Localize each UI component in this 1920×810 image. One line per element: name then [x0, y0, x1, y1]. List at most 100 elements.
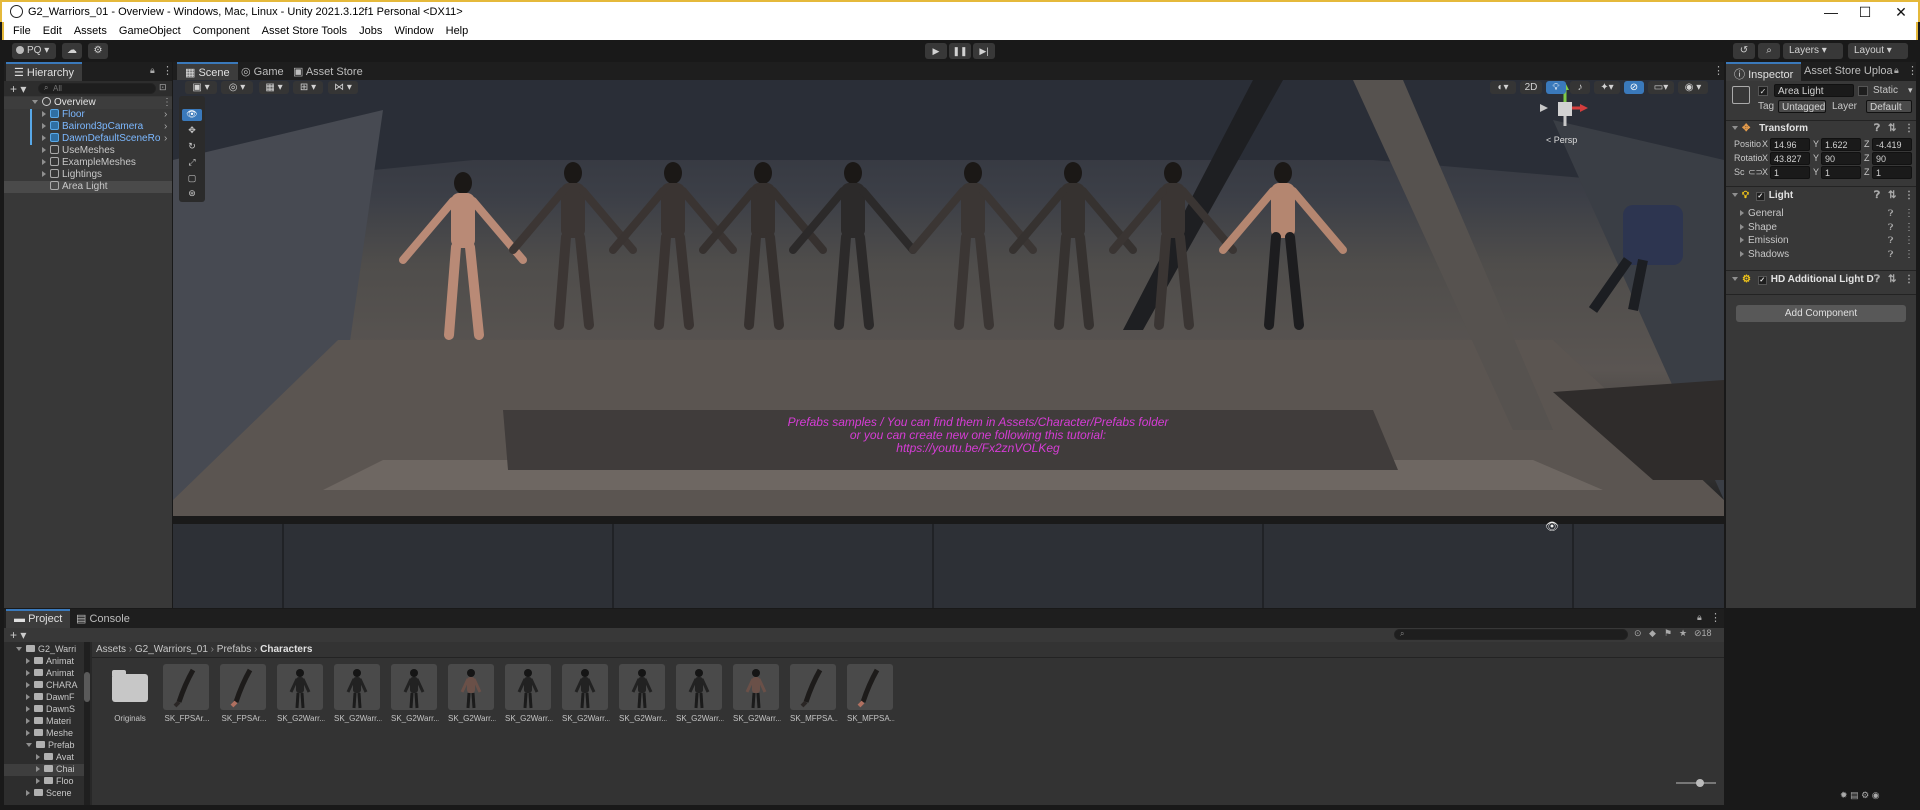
light-section-shape[interactable]: Shape ❓︎ ⋮ — [1726, 222, 1916, 234]
rotation-z-field[interactable]: 90 — [1872, 152, 1912, 165]
expand-arrow-icon[interactable] — [36, 766, 40, 772]
folder-tree-item[interactable]: Avat — [4, 752, 84, 764]
slider-thumb[interactable] — [1696, 779, 1704, 787]
character-model[interactable] — [783, 155, 923, 335]
menu-asset-store-tools[interactable]: Asset Store Tools — [262, 22, 347, 37]
menu-component[interactable]: Component — [193, 22, 250, 37]
menu-help[interactable]: Help — [446, 22, 469, 37]
asset-prefab-item[interactable]: SK_G2Warr... — [391, 664, 439, 723]
folder-tree-item[interactable]: Animat — [4, 668, 84, 680]
breadcrumb-characters[interactable]: Characters — [260, 644, 312, 655]
maximize-button[interactable]: ☐ — [1848, 4, 1882, 22]
asset-prefab-item[interactable]: SK_MFPSA... — [790, 664, 838, 723]
minimize-button[interactable]: — — [1814, 4, 1848, 22]
pause-button[interactable]: ❚❚ — [949, 43, 971, 59]
hierarchy-search-input[interactable] — [38, 83, 156, 94]
help-icon[interactable]: ❓︎ — [1888, 235, 1893, 246]
expand-arrow-icon[interactable] — [26, 682, 30, 688]
section-menu-icon[interactable]: ⋮ — [1904, 235, 1914, 246]
scale-x-field[interactable]: 1 — [1770, 166, 1810, 179]
persp-label[interactable]: < Persp — [1546, 135, 1577, 145]
asset-prefab-item[interactable]: SK_G2Warr... — [448, 664, 496, 723]
folder-tree-item[interactable]: Scene — [4, 788, 84, 800]
history-icon[interactable]: ↺ — [1733, 43, 1755, 59]
layout-dropdown[interactable]: Layout ▾ — [1848, 43, 1908, 59]
rotation-x-axis-label[interactable]: X — [1762, 153, 1768, 163]
profiler-icon[interactable]: ▤ — [1850, 790, 1859, 800]
tree-scrollbar[interactable] — [84, 642, 90, 805]
hd-enabled-checkbox[interactable]: ✓ — [1757, 276, 1767, 285]
lock-icon[interactable]: 🔒︎ — [150, 65, 155, 76]
hierarchy-item[interactable]: DawnDefaultSceneRo › — [4, 133, 172, 145]
expand-arrow-icon[interactable] — [42, 159, 46, 165]
scene-root-row[interactable]: Overview ⋮ — [4, 97, 172, 109]
asset-prefab-item[interactable]: SK_G2Warr... — [619, 664, 667, 723]
thumbnail-size-slider[interactable] — [1676, 779, 1716, 787]
folder-tree-item[interactable]: Meshe — [4, 728, 84, 740]
light-header[interactable]: 💡︎ ✓ Light ❓︎ ⇅ ⋮ — [1726, 190, 1914, 204]
expand-arrow-icon[interactable] — [26, 730, 30, 736]
position-z-field[interactable]: -4.419 — [1872, 138, 1912, 151]
check-icon[interactable]: ◉ — [1872, 790, 1880, 800]
scale-y-field[interactable]: 1 — [1821, 166, 1861, 179]
increment-snap-dropdown[interactable]: ⋈ ▾ — [328, 81, 358, 94]
expand-arrow-icon[interactable] — [26, 694, 30, 700]
expand-arrow-icon[interactable] — [36, 754, 40, 760]
hierarchy-item[interactable]: Area Light — [4, 181, 172, 193]
breadcrumb-assets[interactable]: Assets — [96, 644, 126, 655]
open-prefab-chevron-icon[interactable]: › — [164, 121, 167, 132]
scale-tool-icon[interactable]: ⤢ — [182, 157, 202, 169]
gizmos-dropdown[interactable]: ◉ ▾ — [1678, 81, 1708, 94]
menu-edit[interactable]: Edit — [43, 22, 62, 37]
camera-dropdown[interactable]: ▭▾ — [1648, 81, 1674, 94]
help-icon[interactable]: ❓︎ — [1888, 249, 1893, 260]
preset-icon[interactable]: ⇅ — [1888, 190, 1896, 201]
debug-icon[interactable]: ✹ — [1840, 790, 1848, 800]
settings-icon[interactable]: ⚙ — [1861, 790, 1869, 800]
open-prefab-chevron-icon[interactable]: › — [164, 133, 167, 144]
tag-dropdown[interactable]: Untagged — [1778, 100, 1826, 113]
folder-tree-item[interactable]: Prefab — [4, 740, 84, 752]
menu-assets[interactable]: Assets — [74, 22, 107, 37]
play-button[interactable]: ▶ — [925, 43, 947, 59]
preset-icon[interactable]: ⇅ — [1888, 123, 1896, 134]
expand-arrow-icon[interactable] — [42, 123, 46, 129]
asset-prefab-item[interactable]: SK_FPSAr... — [163, 664, 211, 723]
visibility-eye-icon[interactable]: 👁︎ — [1545, 520, 1559, 533]
help-icon[interactable]: ❓︎ — [1888, 222, 1893, 233]
menu-kebab-icon[interactable]: ⋮ — [1710, 611, 1721, 624]
transform-tool-icon[interactable]: ⊛ — [182, 188, 202, 200]
asset-prefab-item[interactable]: SK_MFPSA... — [847, 664, 895, 723]
grid-snap-dropdown[interactable]: ▦ ▾ — [259, 81, 289, 94]
static-checkbox[interactable] — [1858, 86, 1868, 96]
collapse-arrow-icon[interactable] — [16, 647, 22, 651]
project-search-input[interactable] — [1394, 629, 1628, 640]
create-asset-button[interactable]: + ▾ — [10, 628, 26, 642]
position-y-field[interactable]: 1.622 — [1821, 138, 1861, 151]
tab-project[interactable]: ▬ Project — [6, 609, 71, 628]
mode-2d-toggle[interactable]: 2D — [1520, 81, 1542, 94]
expand-arrow-icon[interactable] — [42, 171, 46, 177]
rotate-tool-icon[interactable]: ↻ — [182, 141, 202, 153]
favorite-star-icon[interactable]: ★ — [1679, 628, 1687, 639]
tab-hierarchy[interactable]: ☰ Hierarchy — [6, 62, 82, 81]
search-filter-icon[interactable]: ⊡ — [159, 82, 167, 93]
expand-arrow-icon[interactable] — [42, 147, 46, 153]
expand-arrow-icon[interactable] — [26, 706, 30, 712]
asset-prefab-item[interactable]: SK_G2Warr... — [334, 664, 382, 723]
tab-scene[interactable]: ▦ Scene — [177, 62, 238, 81]
move-tool-icon[interactable]: ✥ — [182, 125, 202, 137]
add-object-button[interactable]: + ▾ — [10, 82, 26, 96]
hierarchy-item[interactable]: ExampleMeshes — [4, 157, 172, 169]
layers-dropdown[interactable]: Layers ▾ — [1783, 43, 1843, 59]
hierarchy-item[interactable]: UseMeshes — [4, 145, 172, 157]
component-menu-icon[interactable]: ⋮ — [1904, 123, 1914, 134]
folder-tree-item[interactable]: Animat — [4, 656, 84, 668]
expand-arrow-icon[interactable] — [42, 111, 46, 117]
lighting-toggle-icon[interactable]: 💡︎ — [1546, 81, 1566, 94]
expand-arrow-icon[interactable] — [42, 135, 46, 141]
expand-arrow-icon[interactable] — [36, 778, 40, 784]
rotation-z-axis-label[interactable]: Z — [1864, 153, 1870, 163]
lock-icon[interactable]: 🔒︎ — [1697, 612, 1702, 623]
add-component-button[interactable]: Add Component — [1736, 305, 1906, 322]
